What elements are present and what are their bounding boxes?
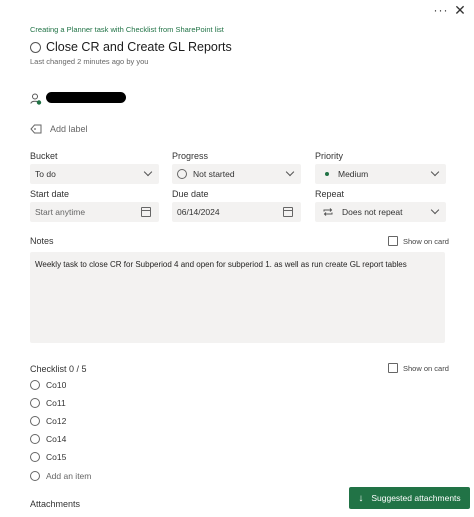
assignee-avatar[interactable] (46, 92, 126, 103)
calendar-icon[interactable] (283, 207, 293, 217)
chevron-down-icon (430, 167, 440, 177)
add-checklist-item[interactable]: Add an item (30, 471, 91, 481)
checklist-item[interactable]: Co14 (30, 434, 66, 444)
checklist-show-on-card-checkbox[interactable] (388, 363, 398, 373)
complete-task-icon[interactable] (30, 41, 41, 53)
add-item-circle-icon (30, 471, 40, 481)
due-date-label: Due date (172, 189, 209, 199)
chevron-down-icon (285, 167, 295, 177)
priority-value: Medium (338, 169, 369, 179)
repeat-label: Repeat (315, 189, 345, 199)
chevron-down-icon (143, 167, 153, 177)
checklist-item[interactable]: Co12 (30, 416, 66, 426)
priority-dropdown[interactable]: Medium (315, 164, 446, 184)
checklist-item-text[interactable]: Co11 (46, 398, 66, 408)
checklist-item-text[interactable]: Co10 (46, 380, 66, 390)
repeat-dropdown[interactable]: Does not repeat (315, 202, 446, 222)
checklist-checkbox-icon[interactable] (30, 398, 40, 408)
notes-show-on-card-label: Show on card (403, 236, 449, 246)
due-date-value: 06/14/2024 (177, 207, 220, 217)
task-title[interactable]: Close CR and Create GL Reports (46, 40, 232, 54)
more-options-icon[interactable]: ··· (431, 4, 451, 18)
suggested-attachments-button[interactable]: ↓ Suggested attachments (349, 487, 470, 509)
notes-textarea[interactable]: Weekly task to close CR for Subperiod 4 … (30, 252, 445, 343)
chevron-down-icon (430, 205, 440, 215)
bucket-dropdown[interactable]: To do (30, 164, 159, 184)
bucket-label: Bucket (30, 151, 58, 161)
close-icon[interactable]: ✕ (452, 2, 468, 18)
checklist-checkbox-icon[interactable] (30, 380, 40, 390)
notes-show-on-card-checkbox[interactable] (388, 236, 398, 246)
start-date-input[interactable]: Start anytime (30, 202, 159, 222)
progress-label: Progress (172, 151, 209, 161)
last-changed-text: Last changed 2 minutes ago by you (30, 57, 149, 66)
notes-show-on-card[interactable]: Show on card (388, 236, 449, 246)
plan-name-link[interactable]: Creating a Planner task with Checklist f… (30, 25, 224, 34)
attachments-label: Attachments (30, 499, 81, 509)
checklist-show-on-card[interactable]: Show on card (388, 363, 449, 373)
task-title-row: Close CR and Create GL Reports (30, 40, 232, 54)
checklist-checkbox-icon[interactable] (30, 416, 40, 426)
checklist-show-on-card-label: Show on card (403, 363, 449, 373)
checklist-item[interactable]: Co11 (30, 398, 66, 408)
tag-icon (30, 124, 42, 134)
notes-label: Notes (30, 236, 54, 246)
calendar-icon[interactable] (141, 207, 151, 217)
add-label-button[interactable]: Add label (30, 124, 88, 134)
assign-user-icon[interactable] (30, 93, 42, 105)
checklist-item-text[interactable]: Co12 (46, 416, 66, 426)
progress-dropdown[interactable]: Not started (172, 164, 301, 184)
arrow-down-icon: ↓ (358, 492, 364, 504)
checklist-label: Checklist 0 / 5 (30, 364, 87, 374)
due-date-input[interactable]: 06/14/2024 (172, 202, 301, 222)
checklist-item[interactable]: Co10 (30, 380, 66, 390)
checklist-item-text[interactable]: Co15 (46, 452, 66, 462)
add-label-text: Add label (50, 124, 88, 134)
progress-value: Not started (193, 169, 235, 179)
bucket-value: To do (35, 169, 56, 179)
checklist-checkbox-icon[interactable] (30, 452, 40, 462)
start-date-label: Start date (30, 189, 70, 199)
checklist-item-text[interactable]: Co14 (46, 434, 66, 444)
add-item-placeholder[interactable]: Add an item (46, 471, 91, 481)
checklist-checkbox-icon[interactable] (30, 434, 40, 444)
suggested-attachments-label: Suggested attachments (371, 493, 461, 503)
not-started-icon (177, 169, 187, 179)
priority-dot-icon (325, 172, 329, 176)
repeat-value: Does not repeat (342, 207, 403, 217)
repeat-icon (323, 208, 333, 216)
start-date-placeholder: Start anytime (35, 207, 86, 217)
checklist-item[interactable]: Co15 (30, 452, 66, 462)
priority-label: Priority (315, 151, 344, 161)
